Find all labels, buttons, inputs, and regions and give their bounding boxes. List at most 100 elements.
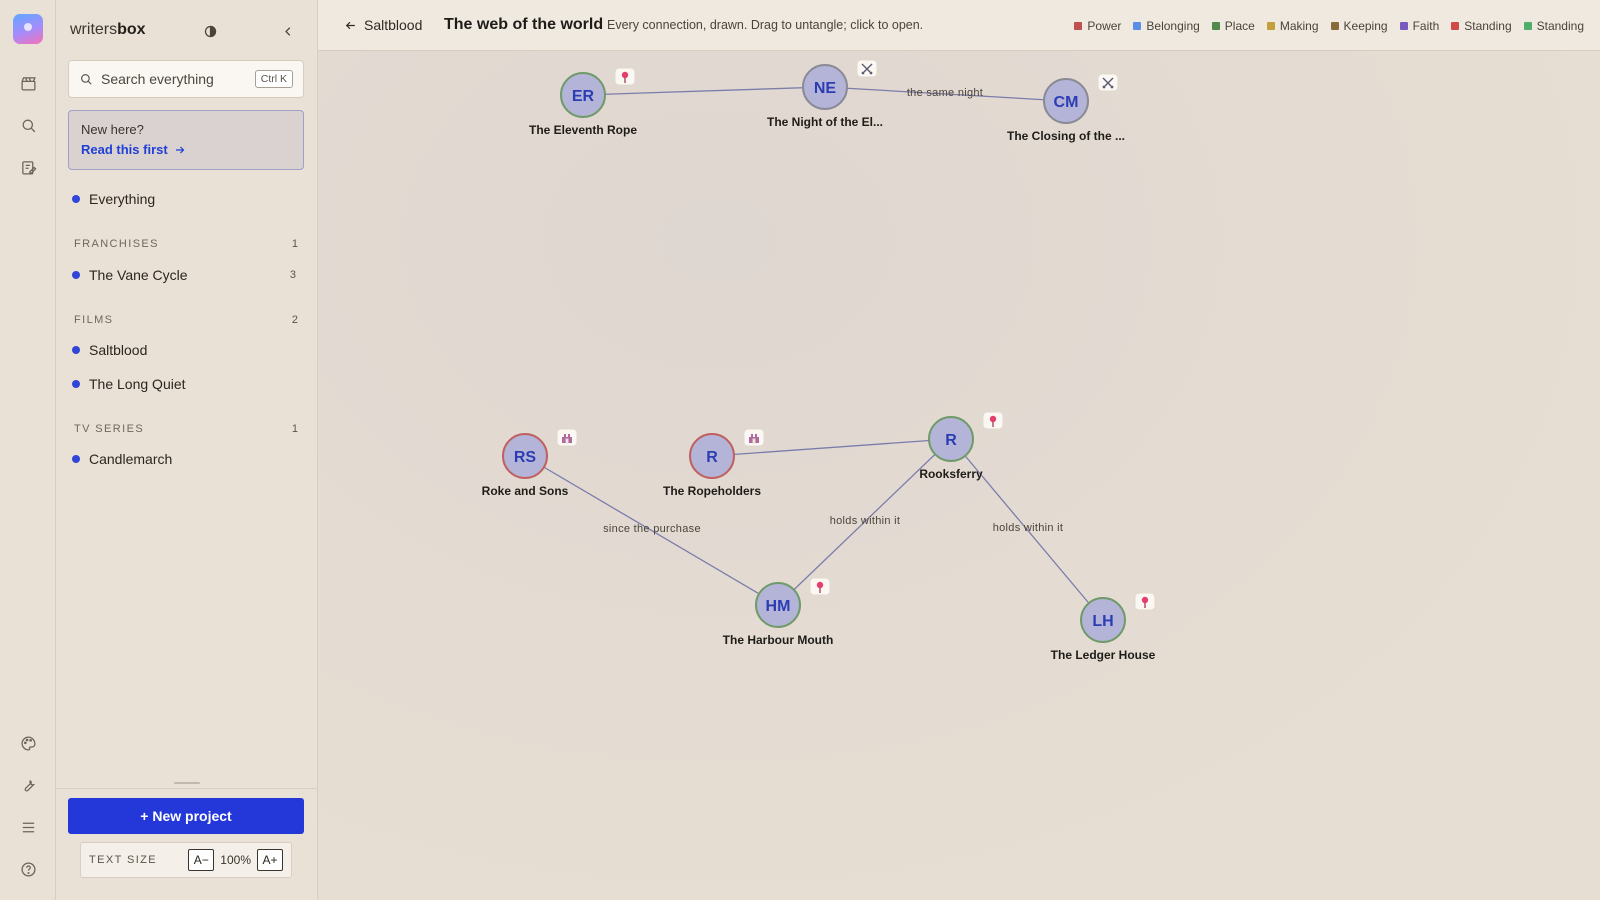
text-size-decrease-button[interactable]: A− <box>188 849 215 871</box>
legend-item-belonging: Belonging <box>1133 19 1200 33</box>
read-this-first-link[interactable]: Read this first <box>81 142 291 157</box>
nav-item-everything[interactable]: Everything <box>72 191 296 207</box>
edit-note-icon[interactable] <box>14 153 42 181</box>
section-tv-series: TV SERIES 1 <box>74 423 298 435</box>
theme-toggle-icon[interactable] <box>200 21 220 41</box>
node-label: The Night of the El... <box>767 115 883 129</box>
search-input[interactable] <box>101 71 241 87</box>
legend-swatch <box>1523 22 1532 30</box>
swords-icon <box>856 59 878 78</box>
onboarding-notice: New here? Read this first <box>68 110 304 170</box>
pin-icon <box>614 67 636 86</box>
resize-handle[interactable] <box>174 782 200 784</box>
legend: Power Belonging Place Making Keeping Faith Sta… <box>1074 19 1584 33</box>
node-label: The Ropeholders <box>663 484 761 498</box>
node-initials: NE <box>814 80 837 97</box>
graph-node-ne[interactable]: NE The Night of the El... <box>767 59 883 129</box>
graph-node-rh[interactable]: R The Ropeholders <box>663 428 765 498</box>
divider <box>56 788 318 789</box>
new-project-button[interactable]: + New project <box>68 798 304 834</box>
bullet-dot <box>72 195 80 203</box>
back-link[interactable]: Saltblood <box>344 17 422 33</box>
legend-swatch <box>1211 22 1220 30</box>
wrench-icon[interactable] <box>14 771 42 799</box>
node-label: The Closing of the ... <box>1007 129 1125 143</box>
legend-swatch <box>1451 22 1460 30</box>
graph-node-lh[interactable]: LH The Ledger House <box>1051 592 1156 662</box>
page-title: The web of the world <box>444 16 604 33</box>
node-label: The Eleventh Rope <box>529 123 637 137</box>
nav-item-candlemarch[interactable]: Candlemarch <box>72 451 296 467</box>
search-shortcut-badge: Ctrl K <box>254 70 293 88</box>
app-logo-icon[interactable] <box>13 14 43 44</box>
nav-item-the-long-quiet[interactable]: The Long Quiet <box>72 376 296 392</box>
search-box[interactable]: Ctrl K <box>68 60 304 98</box>
legend-swatch <box>1399 22 1408 30</box>
castle-icon <box>556 428 578 447</box>
search-icon[interactable] <box>14 111 42 139</box>
menu-icon[interactable] <box>14 813 42 841</box>
graph-node-rf[interactable]: R Rooksferry <box>919 411 1004 481</box>
swords-icon <box>1097 73 1119 92</box>
brand-wordmark: writersbox <box>70 21 146 38</box>
text-size-increase-button[interactable]: A+ <box>257 849 283 871</box>
pin-icon <box>809 577 831 596</box>
pin-icon <box>982 411 1004 430</box>
legend-swatch <box>1266 22 1275 30</box>
notice-title: New here? <box>81 122 144 137</box>
relationship-graph[interactable]: the same night since the purchase holds wi… <box>318 0 1600 900</box>
legend-item-faith: Faith <box>1399 19 1439 33</box>
node-initials: ER <box>572 88 595 105</box>
bullet-dot <box>72 271 80 279</box>
nav-item-the-vane-cycle[interactable]: The Vane Cycle 3 <box>72 267 296 283</box>
node-label: Roke and Sons <box>482 484 569 498</box>
node-initials: R <box>706 449 718 466</box>
text-size-label: TEXT SIZE <box>89 854 158 866</box>
palette-icon[interactable] <box>14 729 42 757</box>
collapse-sidebar-icon[interactable] <box>278 21 298 41</box>
legend-item-standing: Standing <box>1451 19 1512 33</box>
legend-swatch <box>1074 22 1083 30</box>
node-initials: CM <box>1054 94 1079 111</box>
sidebar: writersbox Ctrl K New here? Read this fi… <box>56 0 318 900</box>
legend-item-making: Making <box>1266 19 1319 33</box>
castle-icon <box>743 428 765 447</box>
edge-label: the same night <box>907 87 983 99</box>
clapperboard-icon[interactable] <box>14 69 42 97</box>
edge-label: holds within it <box>993 522 1064 534</box>
bullet-dot <box>72 455 80 463</box>
node-initials: R <box>945 432 957 449</box>
graph-node-hm[interactable]: HM The Harbour Mouth <box>723 577 834 647</box>
legend-item-place: Place <box>1211 19 1255 33</box>
search-icon <box>81 74 92 85</box>
node-label: The Harbour Mouth <box>723 633 834 647</box>
legend-item-power: Power <box>1074 19 1121 33</box>
node-label: The Ledger House <box>1051 648 1156 662</box>
text-size-value: 100% <box>220 853 251 867</box>
edge-er-ne <box>582 86 826 96</box>
help-icon[interactable] <box>14 855 42 883</box>
legend-item-keeping: Keeping <box>1330 19 1388 33</box>
nav-item-saltblood[interactable]: Saltblood <box>72 342 296 358</box>
arrow-left-icon <box>345 21 355 29</box>
edge-label: holds within it <box>830 515 901 527</box>
bullet-dot <box>72 380 80 388</box>
section-films: FILMS 2 <box>74 314 298 326</box>
top-bar: Saltblood The web of the world Every con… <box>318 0 1600 51</box>
node-initials: HM <box>766 598 791 615</box>
text-size-control: TEXT SIZE A− 100% A+ <box>80 842 292 878</box>
page-subtitle: Every connection, drawn. Drag to untangl… <box>607 18 924 32</box>
pin-icon <box>1134 592 1156 611</box>
node-label: Rooksferry <box>919 467 983 481</box>
graph-node-rs[interactable]: RS Roke and Sons <box>482 428 578 498</box>
legend-item-standing: Standing <box>1523 19 1584 33</box>
graph-node-cm[interactable]: CM The Closing of the ... <box>1007 73 1125 143</box>
node-initials: RS <box>514 449 537 466</box>
section-franchises: FRANCHISES 1 <box>74 238 298 250</box>
bullet-dot <box>72 346 80 354</box>
edge-label: since the purchase <box>603 523 701 535</box>
arrow-right-icon <box>175 146 185 153</box>
icon-rail <box>0 0 56 900</box>
graph-node-er[interactable]: ER The Eleventh Rope <box>529 67 637 137</box>
legend-swatch <box>1133 22 1142 30</box>
